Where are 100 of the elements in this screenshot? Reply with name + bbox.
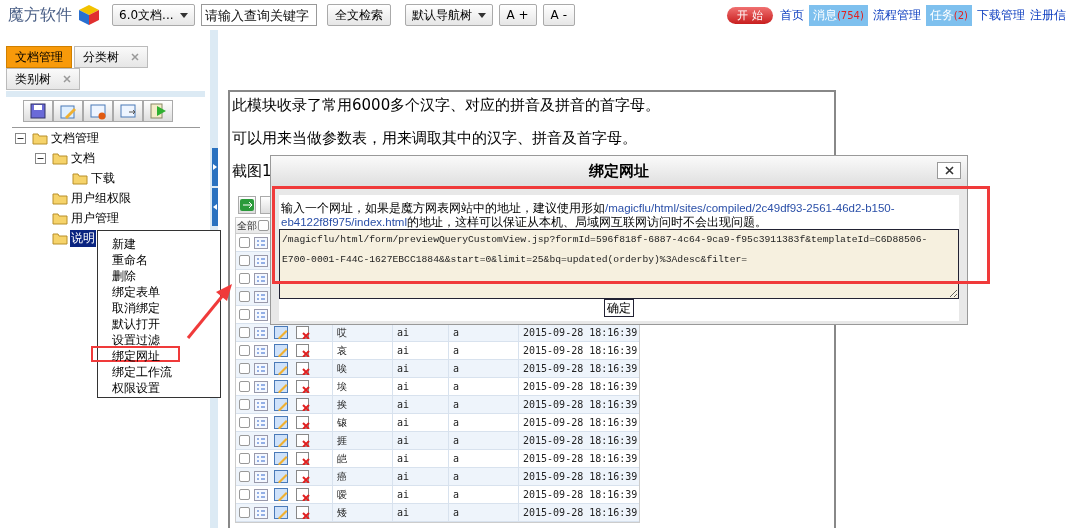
view-icon[interactable] [254,416,268,429]
version-select[interactable]: 6.0文档... [112,4,195,26]
row-checkbox[interactable] [239,489,250,500]
edit-icon[interactable] [274,470,288,483]
view-icon[interactable] [254,506,268,519]
edit-icon[interactable] [274,416,288,429]
nav-tree-select[interactable]: 默认导航树 [404,4,493,26]
view-icon[interactable] [254,452,268,465]
delete-icon[interactable] [296,488,310,501]
view-icon[interactable] [254,398,268,411]
menu-item[interactable]: 设置过滤 [91,330,180,346]
menu-item[interactable]: 取消绑定 [91,298,180,314]
grid-toolbar-button[interactable] [238,196,256,214]
view-icon[interactable] [254,344,268,357]
edit-icon[interactable] [274,506,288,519]
view-icon[interactable] [254,254,268,267]
nav-link[interactable]: 流程管理 [872,6,921,24]
delete-icon[interactable] [296,434,310,447]
view-icon[interactable] [254,272,268,285]
row-checkbox[interactable] [239,237,250,248]
tree-item[interactable]: 用户组权限 [70,189,132,207]
tree-item[interactable]: 用户管理 [70,209,120,227]
start-button[interactable]: 开 始 [727,6,773,24]
collapse-toggle[interactable] [15,132,26,144]
view-icon[interactable] [254,470,268,483]
view-icon[interactable] [254,308,268,321]
row-checkbox[interactable] [239,345,250,356]
sidebar-tab[interactable]: 类别树 [6,68,80,90]
tree-item[interactable]: 文档管理 [50,129,100,147]
sidebar-tab[interactable]: 文档管理 [6,46,72,68]
row-checkbox[interactable] [239,273,250,284]
row-checkbox[interactable] [239,471,250,482]
edit-icon[interactable] [274,344,288,357]
tree-item[interactable]: 下载 [90,169,116,187]
nav-link[interactable]: 注册信 [1030,6,1066,24]
toolbar-button[interactable] [23,100,53,122]
close-button[interactable] [937,162,961,179]
delete-icon[interactable] [296,398,310,411]
row-checkbox[interactable] [239,507,250,518]
table-cell: a [448,486,518,503]
menu-item[interactable]: 绑定工作流 [91,362,180,378]
row-checkbox[interactable] [239,435,250,446]
url-field[interactable]: /magicflu/html/form/previewQueryCustomView.jsp?formId=596f818f-6887-4c64-9ca9-f95c3911383f&templateId=C6D88506-E700-0001-F44C-1627EBCC1884&&start=0&limit=25&bq=updated(orderby)%3Adesc&filter= [279,229,959,299]
tree-item[interactable]: 说明 [70,229,96,247]
collapse-handle[interactable] [212,188,218,226]
edit-icon[interactable] [274,380,288,393]
delete-icon[interactable] [296,344,310,357]
delete-icon[interactable] [296,380,310,393]
delete-icon[interactable] [296,452,310,465]
delete-icon[interactable] [296,326,310,339]
tree-item[interactable]: 文档 [70,149,96,167]
caret-icon [477,12,486,18]
folder-icon [52,191,68,205]
menu-item[interactable]: 绑定表单 [91,282,180,298]
view-icon[interactable] [254,488,268,501]
view-icon[interactable] [254,434,268,447]
collapse-toggle[interactable] [35,152,46,164]
toolbar-button[interactable] [83,100,113,122]
row-checkbox[interactable] [239,417,250,428]
close-icon[interactable] [63,75,71,83]
row-checkbox[interactable] [239,309,250,320]
row-checkbox[interactable] [239,381,250,392]
menu-item[interactable]: 绑定网址 [91,346,180,362]
row-checkbox[interactable] [239,399,250,410]
edit-icon[interactable] [274,488,288,501]
edit-icon[interactable] [274,452,288,465]
content-text: 可以用来当做参数表，用来调取其中的汉字、拼音及首字母。 [232,128,637,149]
edit-icon[interactable] [274,398,288,411]
search-button[interactable]: 全文检索 [326,4,391,26]
menu-item[interactable]: 默认打开 [91,314,180,330]
edit-icon[interactable] [274,434,288,447]
menu-item[interactable]: 权限设置 [91,378,180,394]
font-size-button[interactable]: A + [498,4,537,26]
ok-button[interactable]: 确定 [604,299,634,317]
row-checkbox[interactable] [239,327,250,338]
row-checkbox[interactable] [239,291,250,302]
row-checkbox[interactable] [239,255,250,266]
row-checkbox[interactable] [239,363,250,374]
delete-icon[interactable] [296,470,310,483]
view-icon[interactable] [254,290,268,303]
delete-icon[interactable] [296,506,310,519]
view-icon[interactable] [254,362,268,375]
sidebar-tab[interactable]: 分类树 [74,46,148,68]
delete-icon[interactable] [296,362,310,375]
view-icon[interactable] [254,326,268,339]
delete-icon[interactable] [296,416,310,429]
edit-icon[interactable] [274,362,288,375]
menu-item[interactable]: 重命名 [91,250,180,266]
nav-link[interactable]: 下载管理 [977,6,1025,24]
edit-icon[interactable] [274,326,288,339]
select-all-checkbox[interactable] [258,220,269,231]
search-field[interactable]: 请输入查询关键字 [200,4,317,26]
collapse-handle[interactable] [212,148,218,186]
row-checkbox[interactable] [239,453,250,464]
view-icon[interactable] [254,236,268,249]
nav-link[interactable]: 首页 [779,6,804,24]
close-icon[interactable] [131,53,139,61]
view-icon[interactable] [254,380,268,393]
menu-item[interactable]: 删除 [91,266,180,282]
font-size-button[interactable]: A - [542,4,575,26]
